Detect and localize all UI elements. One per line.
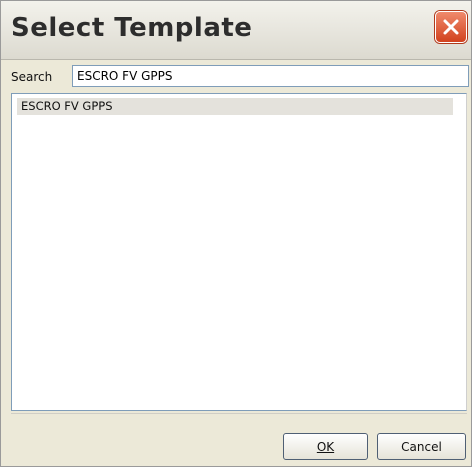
dialog-title: Select Template (11, 13, 253, 43)
close-icon (443, 19, 459, 35)
search-label: Search (11, 70, 53, 84)
select-template-dialog: Select Template Search ESCRO FV GPPS OK … (0, 0, 472, 467)
divider (11, 413, 467, 414)
cancel-button-label: Cancel (401, 439, 442, 454)
cancel-button[interactable]: Cancel (377, 433, 466, 460)
search-row: Search (11, 65, 469, 89)
close-button[interactable] (435, 11, 467, 43)
list-item[interactable]: ESCRO FV GPPS (17, 98, 453, 115)
ok-button[interactable]: OK (283, 433, 368, 460)
title-bar[interactable]: Select Template (1, 1, 471, 60)
search-input[interactable] (72, 65, 469, 87)
template-list[interactable]: ESCRO FV GPPS (11, 93, 467, 411)
ok-button-label: OK (316, 439, 335, 454)
